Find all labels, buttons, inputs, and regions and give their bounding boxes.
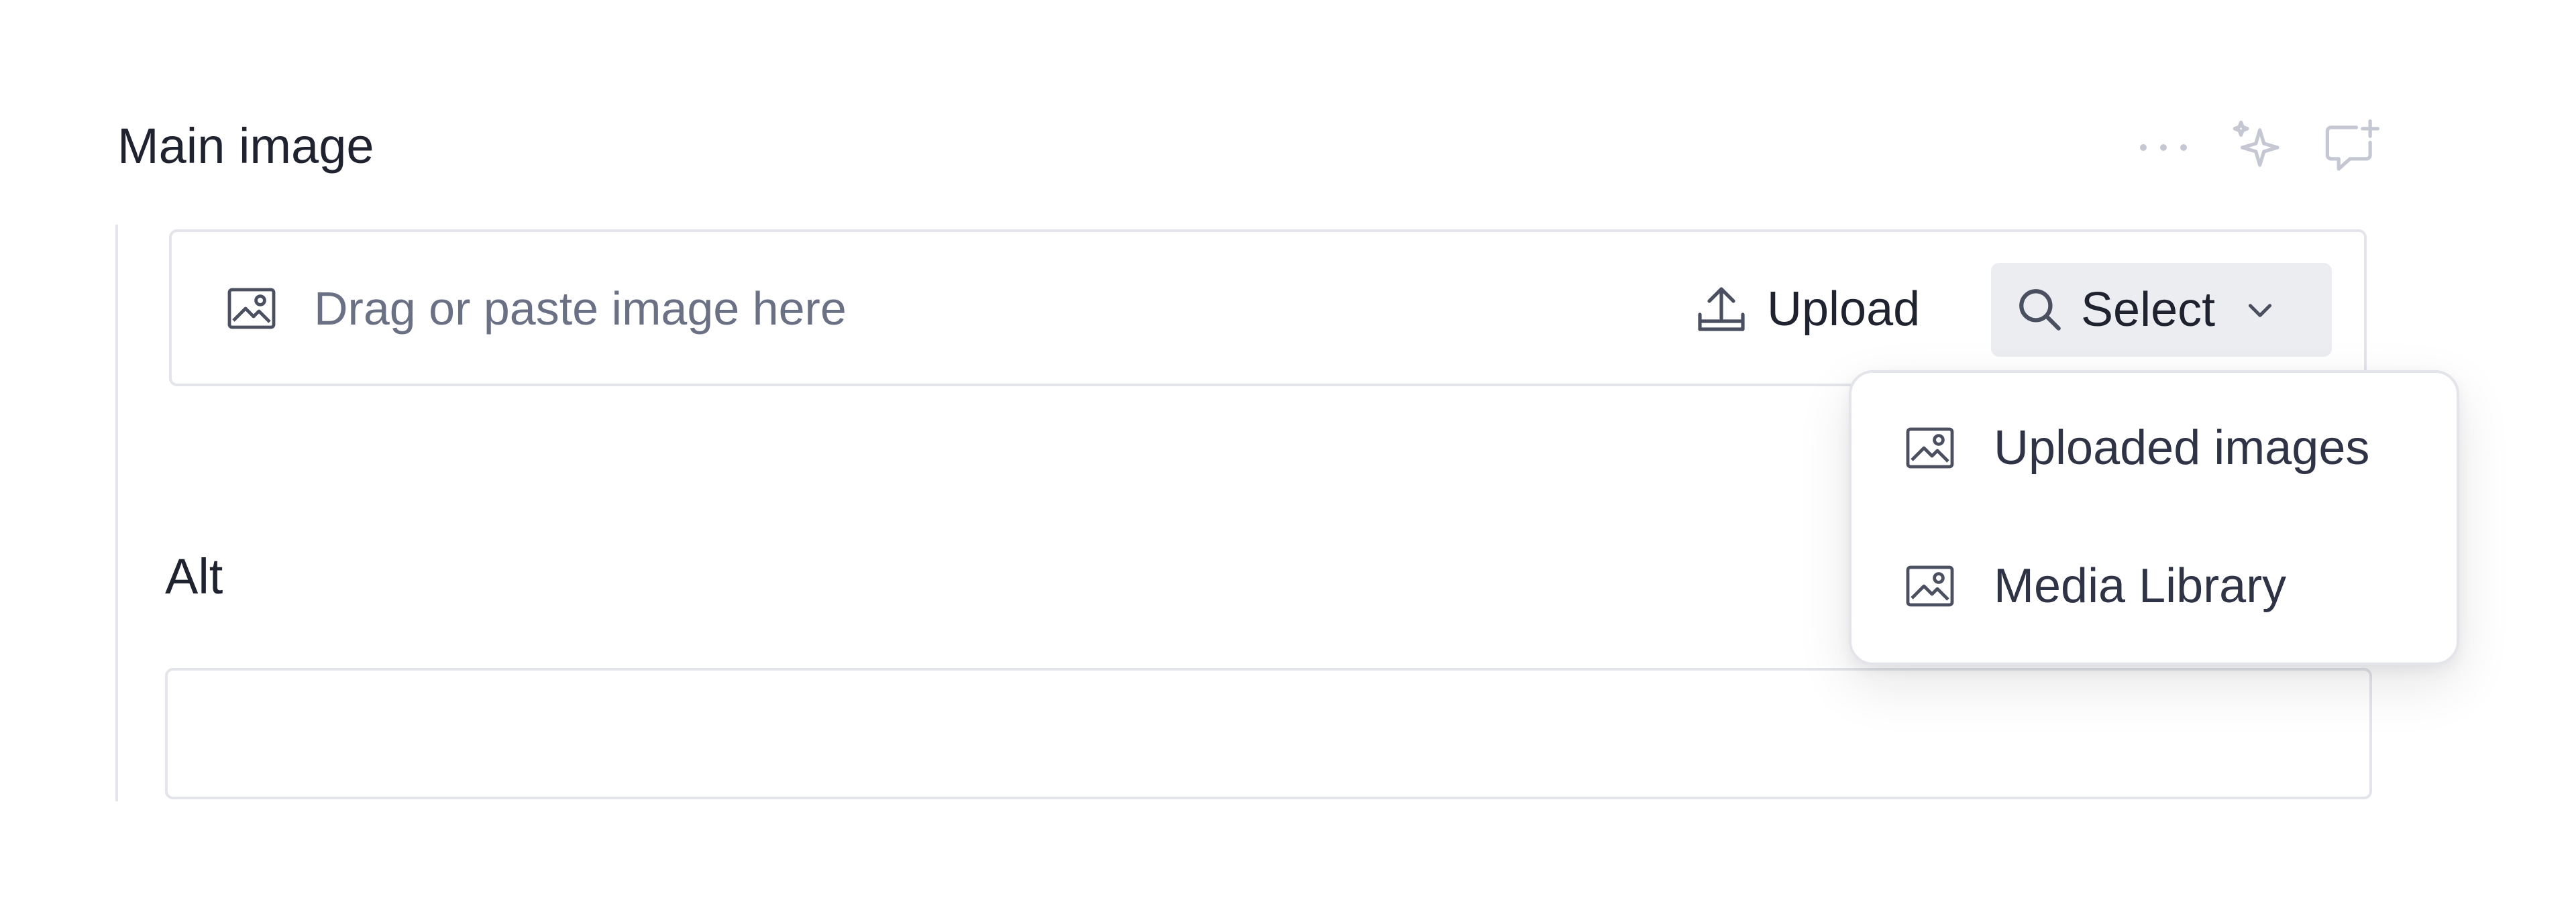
alt-label: Alt (165, 549, 223, 604)
menu-item-media-library[interactable]: Media Library (1851, 519, 2457, 653)
add-comment-button[interactable] (2314, 111, 2388, 184)
menu-item-label: Media Library (1994, 559, 2287, 613)
add-comment-icon (2325, 119, 2379, 171)
upload-button[interactable]: Upload (1695, 266, 1920, 353)
more-options-button[interactable] (2127, 111, 2200, 184)
field-group-divider (115, 225, 118, 801)
more-horizontal-icon (2140, 144, 2187, 151)
field-actions (2106, 111, 2388, 184)
select-label: Select (2081, 283, 2216, 337)
image-icon (227, 288, 276, 329)
chevron-down-icon (2249, 304, 2272, 317)
dropzone-placeholder: Drag or paste image here (314, 282, 847, 335)
alt-text-input[interactable] (165, 668, 2372, 799)
upload-label: Upload (1767, 282, 1921, 336)
menu-item-label: Uploaded images (1994, 421, 2370, 475)
select-dropdown-menu: Uploaded images Media Library (1849, 370, 2459, 665)
field-title: Main image (117, 118, 374, 174)
ai-assist-button[interactable] (2220, 111, 2294, 184)
select-button[interactable]: Select (1991, 263, 2332, 357)
menu-item-uploaded-images[interactable]: Uploaded images (1851, 381, 2457, 515)
image-dropzone[interactable]: Drag or paste image here Upload Select (169, 229, 2367, 386)
upload-icon (1698, 287, 1745, 331)
image-icon (1906, 565, 1954, 607)
search-icon (2019, 289, 2061, 331)
image-icon (1906, 427, 1954, 469)
image-field-panel: Main image Drag or paste image here Uplo… (0, 0, 2576, 914)
sparkles-icon (2233, 120, 2279, 167)
